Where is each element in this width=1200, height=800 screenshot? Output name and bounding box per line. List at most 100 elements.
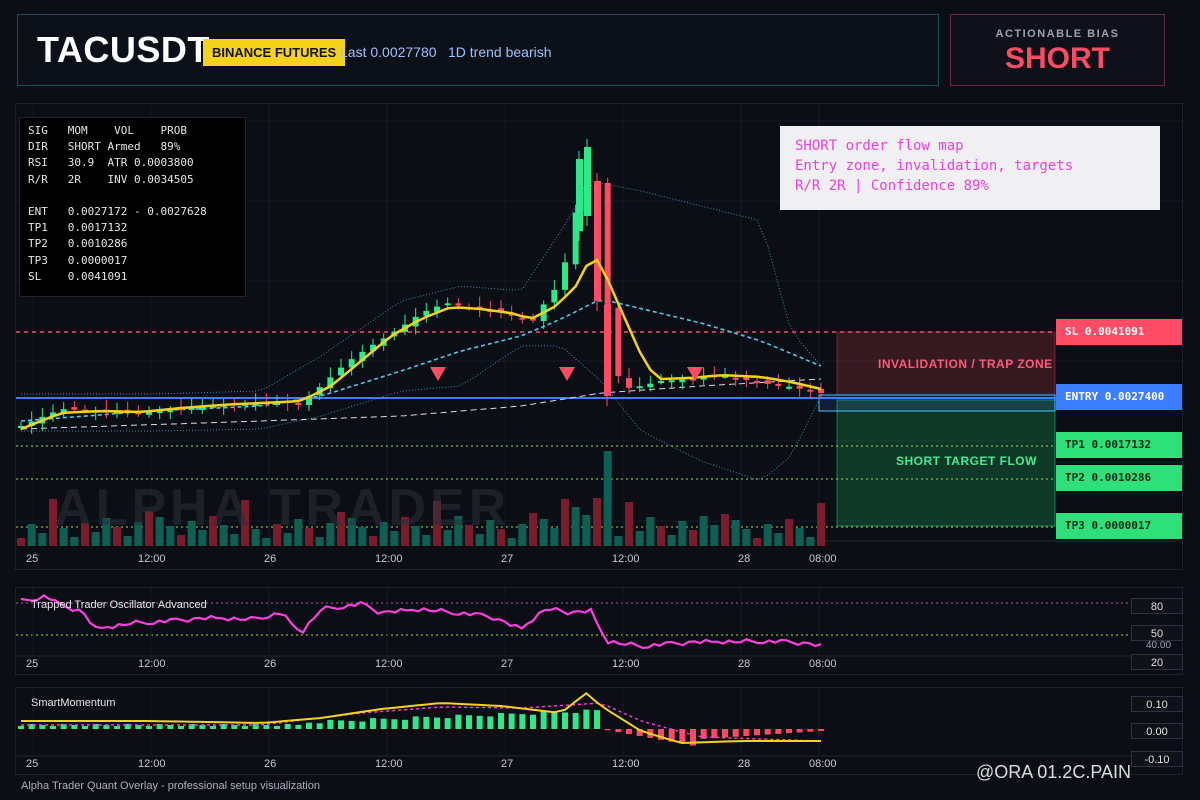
momentum-bar xyxy=(434,717,440,729)
osc-x-tick: 27 xyxy=(501,658,514,670)
x-tick: 28 xyxy=(738,553,751,565)
stats-row: SIG MOM VOL PROB xyxy=(28,124,187,137)
sl-level-tag: SL 0.0041091 xyxy=(1056,319,1182,345)
stats-row: ENT 0.0027172 - 0.0027628 xyxy=(28,204,207,218)
momentum-bar xyxy=(295,725,302,729)
candle-body xyxy=(636,386,643,389)
oscillator-last-value: 40.00 xyxy=(1146,640,1172,651)
volume-bar xyxy=(70,537,79,546)
x-tick: 12:00 xyxy=(375,553,403,565)
note-line: Entry zone, invalidation, targets xyxy=(795,158,1074,174)
invalidation-zone-label: INVALIDATION / TRAP ZONE xyxy=(878,357,1053,371)
volume-bar xyxy=(507,538,516,546)
osc-x-tick: 26 xyxy=(264,658,277,670)
volume-bar xyxy=(27,524,36,546)
momentum-bar xyxy=(722,729,728,738)
x-tick: 08:00 xyxy=(809,553,837,565)
momentum-bar xyxy=(178,726,184,729)
exchange-badge: BINANCE FUTURES xyxy=(203,39,346,66)
candle-body xyxy=(594,181,601,301)
order-flow-note: SHORT order flow map Entry zone, invalid… xyxy=(780,126,1160,210)
target-zone-label: SHORT TARGET FLOW xyxy=(896,454,1037,468)
candle-body xyxy=(338,367,344,376)
stats-row: RSI 30.9 ATR 0.0003800 xyxy=(28,156,194,170)
volume-bar xyxy=(699,516,708,546)
volume-bar xyxy=(593,498,601,546)
momentum-bar xyxy=(370,718,376,729)
momentum-bar xyxy=(263,725,270,729)
volume-bar xyxy=(539,519,548,546)
momentum-bar xyxy=(316,723,323,729)
x-tick: 26 xyxy=(264,553,277,565)
momentum-bar xyxy=(114,726,120,729)
momentum-bar xyxy=(210,726,216,729)
momentum-bar xyxy=(540,711,547,729)
candle-body xyxy=(604,183,611,308)
momentum-bar xyxy=(380,718,387,729)
momentum-bar xyxy=(572,713,579,729)
candle-body xyxy=(455,303,462,306)
momentum-bar xyxy=(50,726,56,729)
momentum-bar xyxy=(338,720,344,729)
stats-row: DIR SHORT Armed 89% xyxy=(28,140,181,154)
momentum-bar xyxy=(615,729,622,733)
mom-x-tick: 08:00 xyxy=(809,758,837,770)
volume-bar xyxy=(774,533,783,546)
stats-row: SL 0.0041091 xyxy=(28,269,128,283)
candle-body xyxy=(807,389,814,392)
osc-x-tick: 28 xyxy=(738,658,751,670)
momentum-bar xyxy=(82,726,88,729)
momentum-bar xyxy=(444,718,451,729)
stats-row: TP3 0.0000017 xyxy=(28,253,128,267)
candle-body xyxy=(562,262,568,290)
mom-x-tick: 12:00 xyxy=(375,758,403,770)
volume-bar xyxy=(657,526,665,546)
momentum-bar xyxy=(402,719,408,729)
symbol-title: TACUSDT xyxy=(37,29,210,70)
candle-body xyxy=(775,383,782,386)
volume-bar xyxy=(561,499,569,546)
volume-bar xyxy=(635,531,644,546)
note-line: SHORT order flow map xyxy=(795,138,964,154)
stats-row: R/R 2R INV 0.0034505 xyxy=(28,172,194,186)
mom-x-tick: 28 xyxy=(738,758,751,770)
momentum-level-zero: 0.00 xyxy=(1131,723,1183,739)
volume-bar xyxy=(817,503,825,546)
volume-bar xyxy=(603,451,612,546)
candle-body xyxy=(732,377,739,380)
volume-bar xyxy=(763,524,772,546)
source-watermark: @ORA 01.2C.PAIN xyxy=(976,762,1131,782)
white-ma xyxy=(20,378,822,430)
volume-bar xyxy=(614,536,623,546)
stats-row: TP1 0.0017132 xyxy=(28,221,128,235)
volume-bar xyxy=(710,525,719,546)
x-tick: 12:00 xyxy=(138,553,166,565)
volume-bar xyxy=(667,535,676,546)
stats-row: TP2 0.0010286 xyxy=(28,237,128,251)
candle-body xyxy=(754,381,760,384)
candle-body xyxy=(615,307,622,377)
sell-signal-marker xyxy=(430,367,446,381)
momentum-bar xyxy=(423,716,430,729)
momentum-level-neg: -0.10 xyxy=(1131,751,1183,767)
momentum-bar xyxy=(498,713,504,729)
candle-body xyxy=(551,289,558,303)
volume-bar xyxy=(582,515,591,546)
momentum-bar xyxy=(732,729,739,737)
momentum-bar xyxy=(348,720,355,729)
candle-body xyxy=(764,380,771,384)
momentum-bar xyxy=(626,729,632,735)
volume-bar xyxy=(721,514,729,546)
oscillator-level-20: 20 xyxy=(1131,654,1183,670)
volume-bar xyxy=(742,529,751,546)
tp2-level-tag: TP2 0.0010286 xyxy=(1056,465,1182,491)
momentum-bar xyxy=(359,721,366,729)
momentum-bar xyxy=(764,729,771,735)
momentum-bar xyxy=(466,715,472,729)
chart-watermark: ALPHA TRADER xyxy=(54,479,511,537)
volume-bar xyxy=(795,528,804,546)
candle-body xyxy=(576,159,583,231)
oscillator-level-80: 80 xyxy=(1131,598,1183,614)
momentum-bar xyxy=(818,729,824,731)
volume-bar xyxy=(678,521,687,546)
